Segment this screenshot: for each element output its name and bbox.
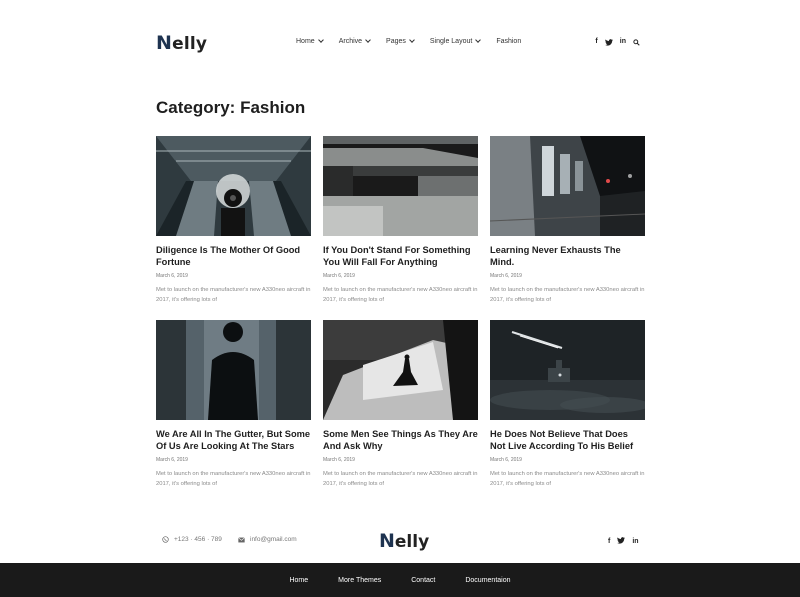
nav-item-home[interactable]: Home: [296, 37, 324, 45]
post-title[interactable]: He Does Not Believe That Does Not Live A…: [490, 429, 645, 452]
site-header: Nelly Home Archive Pages Single Layout F…: [156, 30, 644, 56]
footer-link-documentation[interactable]: Documentaion: [465, 577, 510, 584]
footer-link-home[interactable]: Home: [289, 577, 308, 584]
post-title[interactable]: Learning Never Exhausts The Mind.: [490, 245, 645, 268]
footer-info: +123 · 456 · 789 info@gmail.com Nelly f …: [0, 525, 800, 563]
post-image-dancer[interactable]: [323, 320, 478, 420]
header-social: f in: [595, 37, 640, 47]
post-image-foggy-night[interactable]: [490, 320, 645, 420]
footer-nav: Home More Themes Contact Documentaion: [0, 563, 800, 597]
post-title[interactable]: Some Men See Things As They Are And Ask …: [323, 429, 478, 452]
mail-icon: [238, 536, 245, 542]
post-date: March 6, 2019: [323, 273, 355, 280]
post-title[interactable]: Diligence Is The Mother Of Good Fortune: [156, 245, 311, 268]
nav-item-fashion[interactable]: Fashion: [496, 38, 521, 45]
post-title[interactable]: If You Don't Stand For Something You Wil…: [323, 245, 478, 268]
post-image-concrete-blocks[interactable]: [323, 136, 478, 236]
post-card[interactable]: He Does Not Believe That Does Not Live A…: [490, 320, 645, 489]
footer-email[interactable]: info@gmail.com: [238, 536, 297, 543]
post-image-subway-train[interactable]: [490, 136, 645, 236]
footer-phone[interactable]: +123 · 456 · 789: [162, 536, 222, 543]
chevron-down-icon: [317, 37, 324, 43]
post-card[interactable]: Some Men See Things As They Are And Ask …: [323, 320, 478, 489]
post-card[interactable]: We Are All In The Gutter, But Some Of Us…: [156, 320, 311, 489]
post-date: March 6, 2019: [156, 273, 188, 280]
twitter-icon[interactable]: [617, 537, 626, 547]
linkedin-icon[interactable]: in: [632, 537, 638, 547]
footer-link-contact[interactable]: Contact: [411, 577, 435, 584]
post-date: March 6, 2019: [490, 273, 522, 280]
nav-item-archive[interactable]: Archive: [339, 37, 371, 45]
footer-phone-text: +123 · 456 · 789: [174, 536, 222, 543]
chevron-down-icon: [475, 37, 482, 43]
post-title[interactable]: We Are All In The Gutter, But Some Of Us…: [156, 429, 311, 452]
footer-social: f in: [608, 537, 639, 547]
post-date: March 6, 2019: [156, 457, 188, 464]
nav-item-pages[interactable]: Pages: [386, 37, 415, 45]
footer-email-text: info@gmail.com: [250, 536, 297, 543]
post-date: March 6, 2019: [490, 457, 522, 464]
post-card[interactable]: If You Don't Stand For Something You Wil…: [323, 136, 478, 305]
footer-bar: Home More Themes Contact Documentaion: [0, 563, 800, 597]
page-title: Category: Fashion: [156, 98, 306, 117]
post-image-escalator[interactable]: [156, 136, 311, 236]
facebook-icon[interactable]: f: [608, 537, 610, 547]
post-excerpt: Met to launch on the manufacturer's new …: [156, 471, 311, 488]
post-date: March 6, 2019: [323, 457, 355, 464]
post-image-silhouette[interactable]: [156, 320, 311, 420]
whatsapp-icon: [162, 536, 169, 543]
footer-link-more-themes[interactable]: More Themes: [338, 577, 381, 584]
search-icon[interactable]: [633, 38, 640, 46]
footer-logo[interactable]: Nelly: [379, 530, 429, 552]
post-excerpt: Met to launch on the manufacturer's new …: [323, 471, 478, 488]
post-excerpt: Met to launch on the manufacturer's new …: [156, 287, 311, 304]
main-nav: Home Archive Pages Single Layout Fashion: [296, 37, 537, 45]
chevron-down-icon: [365, 37, 371, 43]
post-excerpt: Met to launch on the manufacturer's new …: [490, 287, 645, 304]
facebook-icon[interactable]: f: [595, 37, 597, 47]
chevron-down-icon: [409, 37, 415, 43]
site-logo[interactable]: Nelly: [156, 32, 207, 54]
linkedin-icon[interactable]: in: [620, 37, 626, 47]
nav-item-single-layout[interactable]: Single Layout: [430, 37, 482, 45]
post-excerpt: Met to launch on the manufacturer's new …: [490, 471, 645, 488]
post-card[interactable]: Diligence Is The Mother Of Good Fortune …: [156, 136, 311, 305]
post-card[interactable]: Learning Never Exhausts The Mind. March …: [490, 136, 645, 305]
post-excerpt: Met to launch on the manufacturer's new …: [323, 287, 478, 304]
twitter-icon[interactable]: [604, 38, 613, 46]
